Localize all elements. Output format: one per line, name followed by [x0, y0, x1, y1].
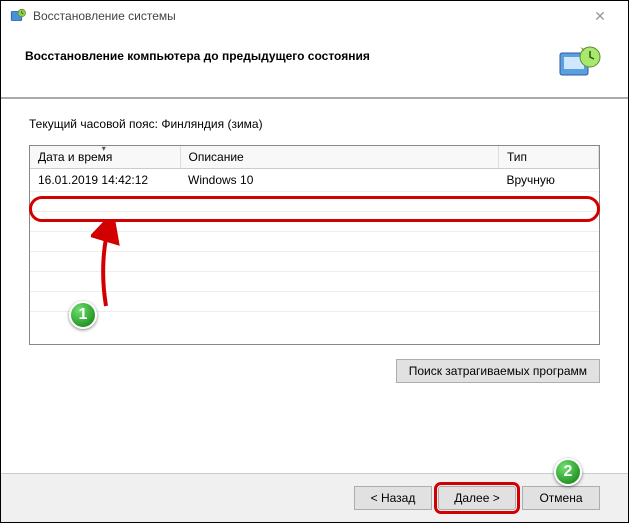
wizard-footer: < Назад Далее > Отмена [1, 473, 628, 522]
column-description[interactable]: Описание [180, 146, 499, 169]
cell-datetime: 16.01.2019 14:42:12 [30, 169, 180, 192]
back-button[interactable]: < Назад [354, 486, 432, 510]
table-row [30, 252, 599, 272]
close-button[interactable]: ✕ [580, 2, 620, 30]
table-row [30, 192, 599, 212]
table-row [30, 212, 599, 232]
window-title: Восстановление системы [33, 9, 176, 23]
table-row[interactable]: 16.01.2019 14:42:12 Windows 10 Вручную [30, 169, 599, 192]
table-row [30, 232, 599, 252]
table-actions: Поиск затрагиваемых программ [29, 359, 600, 383]
timezone-label: Текущий часовой пояс: Финляндия (зима) [29, 117, 600, 131]
table-row [30, 292, 599, 312]
restore-points-table: Дата и время Описание Тип 16.01.2019 14:… [29, 145, 600, 345]
header: Восстановление компьютера до предыдущего… [1, 31, 628, 89]
restore-large-icon [556, 43, 604, 85]
table-row [30, 272, 599, 292]
cell-description: Windows 10 [180, 169, 499, 192]
column-datetime[interactable]: Дата и время [30, 146, 180, 169]
content-panel: Текущий часовой пояс: Финляндия (зима) Д… [1, 97, 628, 395]
cell-type: Вручную [499, 169, 599, 192]
page-heading: Восстановление компьютера до предыдущего… [25, 43, 370, 63]
column-type[interactable]: Тип [499, 146, 599, 169]
affected-programs-button[interactable]: Поиск затрагиваемых программ [396, 359, 600, 383]
titlebar: Восстановление системы ✕ [1, 1, 628, 31]
cancel-button[interactable]: Отмена [522, 486, 600, 510]
restore-icon [9, 7, 27, 25]
next-button[interactable]: Далее > [438, 486, 516, 510]
